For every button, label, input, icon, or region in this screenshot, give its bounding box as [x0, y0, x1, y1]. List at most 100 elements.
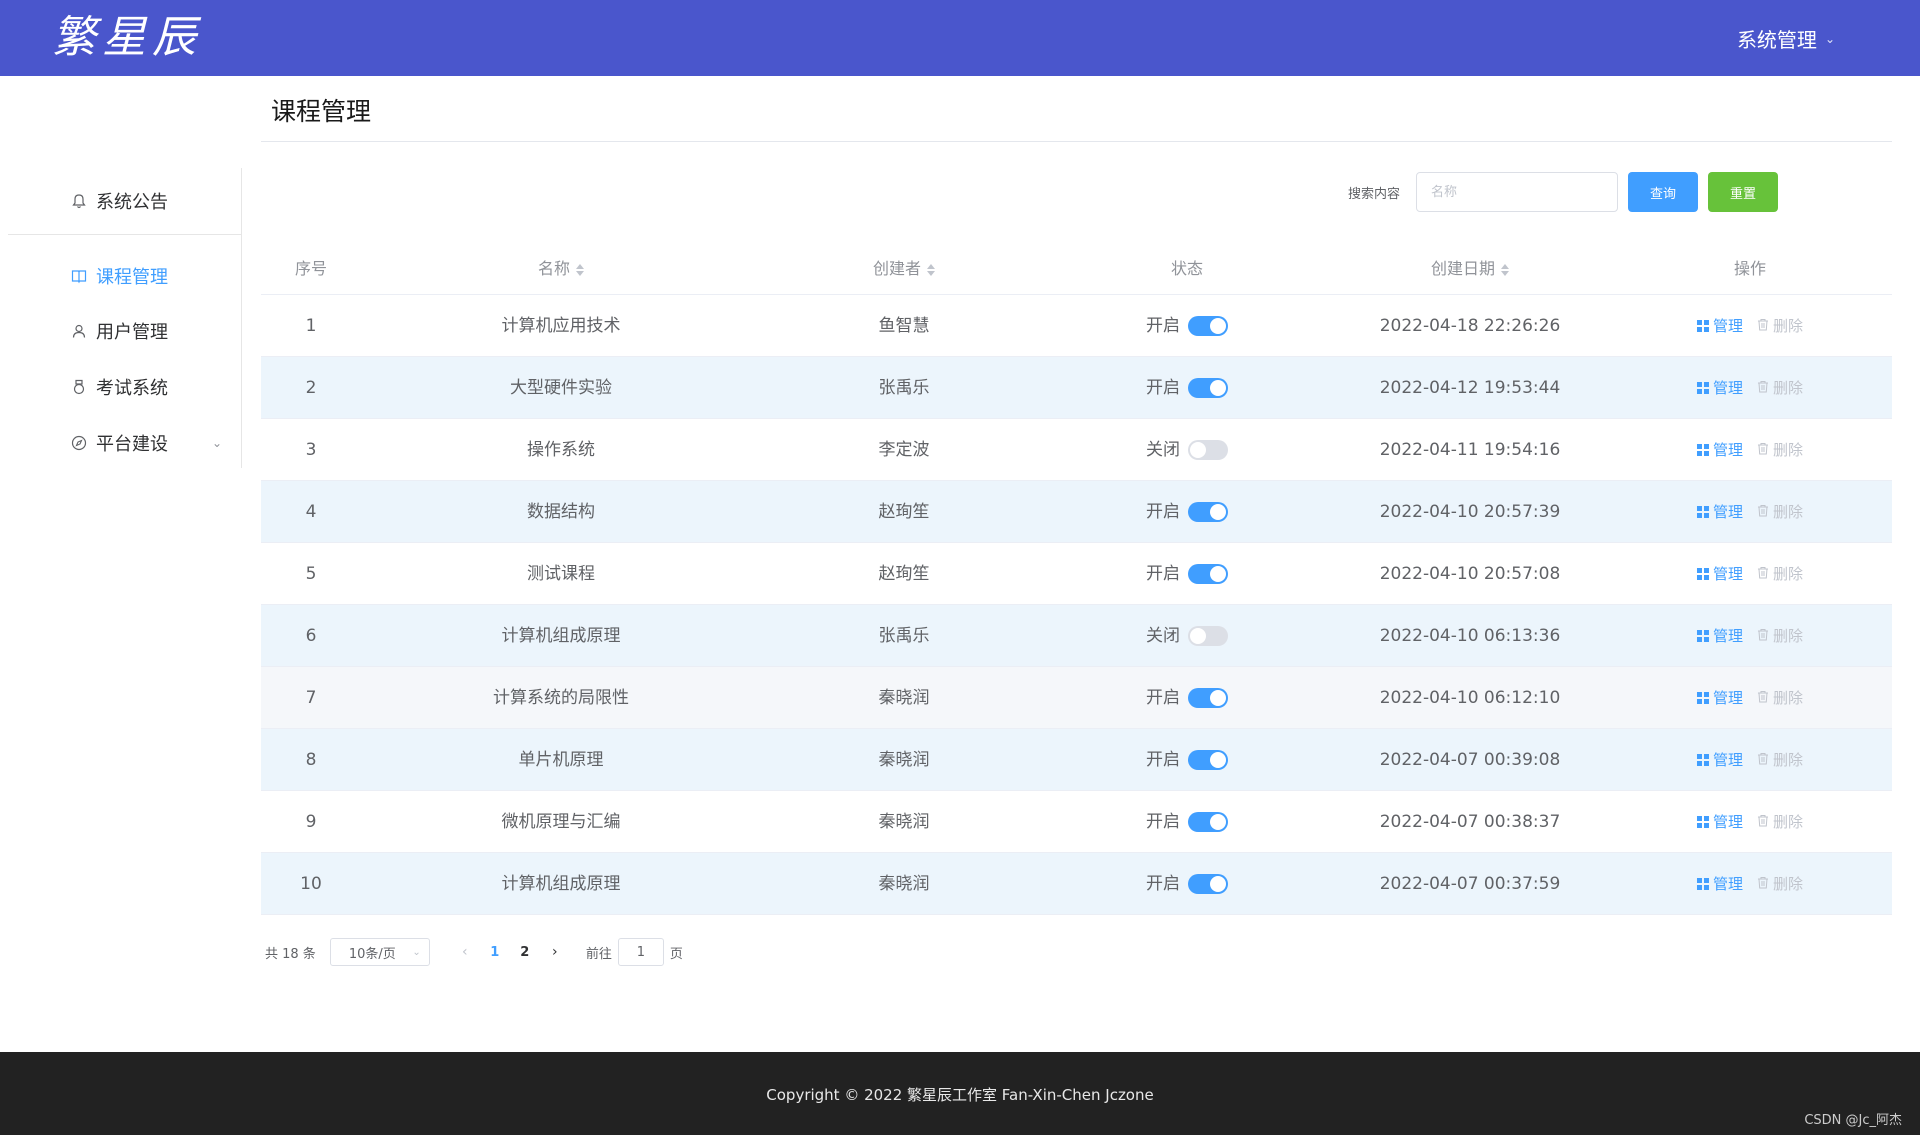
cell-index: 4 — [305, 502, 317, 522]
manage-button[interactable]: 管理 — [1696, 419, 1743, 481]
status-toggle[interactable] — [1188, 750, 1228, 770]
delete-button[interactable]: 删除 — [1757, 357, 1803, 419]
table-row[interactable]: 8 单片机原理 秦晓润 开启 2022-04-07 00:39:08 管理 删除 — [261, 729, 1892, 791]
table-row[interactable]: 7 计算系统的局限性 秦晓润 开启 2022-04-10 06:12:10 管理 删除 — [261, 667, 1892, 729]
table-row[interactable]: 1 计算机应用技术 鱼智慧 开启 2022-04-18 22:26:26 管理 删除 — [261, 295, 1892, 357]
delete-button[interactable]: 删除 — [1757, 853, 1803, 915]
system-menu-dropdown[interactable]: 系统管理 ⌄ — [1737, 24, 1835, 53]
status-toggle[interactable] — [1188, 874, 1228, 894]
search-input[interactable] — [1416, 172, 1618, 212]
cell-name: 单片机原理 — [518, 750, 604, 770]
manage-label: 管理 — [1712, 503, 1743, 521]
status-toggle[interactable] — [1188, 688, 1228, 708]
status-label: 关闭 — [1146, 440, 1180, 460]
delete-button[interactable]: 删除 — [1757, 605, 1803, 667]
sidebar-item-exams[interactable]: 考试系统 — [8, 359, 242, 415]
status-toggle[interactable] — [1188, 564, 1228, 584]
sort-icon[interactable] — [1501, 263, 1510, 277]
site-logo[interactable]: 繁星辰 — [52, 12, 202, 64]
sidebar-item-label: 用户管理 — [96, 322, 168, 343]
page-size-select[interactable]: 10条/页 ⌄ — [329, 938, 430, 966]
query-button[interactable]: 查询 — [1628, 172, 1698, 212]
table-header: 序号 名称 创建者 状态 创建日期 操作 — [261, 242, 1892, 295]
manage-button[interactable]: 管理 — [1696, 853, 1743, 915]
table-row[interactable]: 4 数据结构 赵珣笙 开启 2022-04-10 20:57:39 管理 删除 — [261, 481, 1892, 543]
sort-icon[interactable] — [576, 263, 585, 277]
column-header-date[interactable]: 创建日期 — [1431, 242, 1510, 295]
manage-button[interactable]: 管理 — [1696, 729, 1743, 791]
sidebar-item-label: 考试系统 — [96, 378, 168, 399]
cell-status: 开启 — [1146, 791, 1228, 853]
toggle-knob — [1210, 690, 1226, 706]
delete-button[interactable]: 删除 — [1757, 543, 1803, 605]
cell-status: 开启 — [1146, 853, 1228, 915]
cell-date: 2022-04-18 22:26:26 — [1379, 316, 1561, 336]
column-header-name[interactable]: 名称 — [538, 242, 585, 295]
status-label: 开启 — [1146, 564, 1180, 584]
column-header-status: 状态 — [1170, 259, 1204, 278]
cell-status: 关闭 — [1146, 419, 1228, 481]
page-button-1[interactable]: 1 — [480, 945, 510, 960]
status-toggle[interactable] — [1188, 626, 1228, 646]
manage-button[interactable]: 管理 — [1696, 667, 1743, 729]
trash-icon — [1757, 853, 1769, 915]
status-toggle[interactable] — [1188, 502, 1228, 522]
sort-icon[interactable] — [927, 263, 936, 277]
manage-button[interactable]: 管理 — [1696, 791, 1743, 853]
system-menu-label: 系统管理 — [1736, 28, 1817, 52]
cell-ops: 管理 删除 — [1696, 729, 1803, 791]
sidebar-item-platform[interactable]: 平台建设 ⌄ — [8, 415, 242, 471]
page-button-2[interactable]: 2 — [510, 945, 540, 960]
status-toggle[interactable] — [1188, 316, 1228, 336]
delete-button[interactable]: 删除 — [1757, 295, 1803, 357]
reset-button[interactable]: 重置 — [1708, 172, 1778, 212]
manage-button[interactable]: 管理 — [1696, 605, 1743, 667]
chevron-down-icon: ⌄ — [412, 946, 421, 958]
cell-date: 2022-04-10 20:57:08 — [1379, 564, 1561, 584]
cell-status: 关闭 — [1146, 605, 1228, 667]
delete-button[interactable]: 删除 — [1757, 419, 1803, 481]
delete-label: 删除 — [1773, 317, 1804, 335]
prev-page-button[interactable]: ‹ — [450, 944, 480, 960]
manage-button[interactable]: 管理 — [1696, 543, 1743, 605]
status-label: 开启 — [1146, 874, 1180, 894]
delete-button[interactable]: 删除 — [1757, 667, 1803, 729]
table-row[interactable]: 3 操作系统 李定波 关闭 2022-04-11 19:54:16 管理 删除 — [261, 419, 1892, 481]
sidebar-item-announcements[interactable]: 系统公告 — [8, 173, 242, 229]
cell-date: 2022-04-10 20:57:39 — [1379, 502, 1561, 522]
status-toggle[interactable] — [1188, 378, 1228, 398]
cell-name: 计算系统的局限性 — [493, 688, 629, 708]
chevron-down-icon: ⌄ — [1824, 31, 1835, 46]
manage-button[interactable]: 管理 — [1696, 357, 1743, 419]
trash-icon — [1757, 295, 1769, 357]
total-count: 共 18 条 — [265, 946, 316, 962]
table-row[interactable]: 9 微机原理与汇编 秦晓润 开启 2022-04-07 00:38:37 管理 删除 — [261, 791, 1892, 853]
sidebar-item-courses[interactable]: 课程管理 — [8, 248, 242, 304]
delete-button[interactable]: 删除 — [1757, 729, 1803, 791]
cell-ops: 管理 删除 — [1696, 605, 1803, 667]
table-row[interactable]: 6 计算机组成原理 张禹乐 关闭 2022-04-10 06:13:36 管理 删除 — [261, 605, 1892, 667]
manage-button[interactable]: 管理 — [1696, 481, 1743, 543]
status-toggle[interactable] — [1188, 812, 1228, 832]
cell-date: 2022-04-10 06:13:36 — [1379, 626, 1561, 646]
status-toggle[interactable] — [1188, 440, 1228, 460]
cell-date: 2022-04-07 00:39:08 — [1379, 750, 1561, 770]
book-icon — [70, 267, 88, 285]
grid-icon — [1696, 630, 1709, 642]
manage-button[interactable]: 管理 — [1696, 295, 1743, 357]
delete-button[interactable]: 删除 — [1757, 791, 1803, 853]
toggle-knob — [1210, 814, 1226, 830]
table-row[interactable]: 5 测试课程 赵珣笙 开启 2022-04-10 20:57:08 管理 删除 — [261, 543, 1892, 605]
cell-creator: 秦晓润 — [878, 812, 930, 832]
next-page-button[interactable]: › — [540, 944, 570, 960]
delete-button[interactable]: 删除 — [1757, 481, 1803, 543]
delete-label: 删除 — [1773, 503, 1804, 521]
cell-creator: 李定波 — [878, 440, 930, 460]
cell-date: 2022-04-12 19:53:44 — [1379, 378, 1561, 398]
table-row[interactable]: 2 大型硬件实验 张禹乐 开启 2022-04-12 19:53:44 管理 删除 — [261, 357, 1892, 419]
manage-label: 管理 — [1712, 565, 1743, 583]
column-header-creator[interactable]: 创建者 — [873, 242, 936, 295]
goto-page-input[interactable] — [617, 938, 664, 966]
sidebar-item-users[interactable]: 用户管理 — [8, 303, 242, 359]
table-row[interactable]: 10 计算机组成原理 秦晓润 开启 2022-04-07 00:37:59 管理 删除 — [261, 853, 1892, 915]
